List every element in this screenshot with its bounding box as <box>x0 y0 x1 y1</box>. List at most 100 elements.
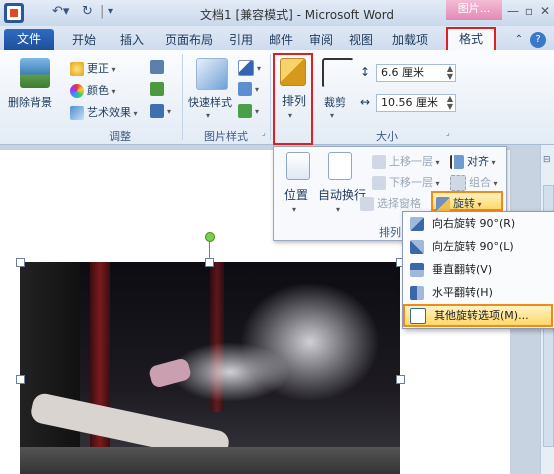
arrange-caret-icon: ▾ <box>288 111 293 120</box>
rotate-icon <box>436 197 450 211</box>
resize-handle-left[interactable] <box>16 375 25 384</box>
group-divider <box>182 54 183 140</box>
flip-horizontal-icon <box>410 286 424 300</box>
stone-floor <box>20 447 400 474</box>
height-input[interactable]: 6.6 厘米 ▲ ▼ <box>376 64 456 82</box>
tab-references[interactable]: 引用 <box>226 30 256 50</box>
maximize-icon[interactable]: ▫ <box>522 4 536 18</box>
tab-format[interactable]: 格式 <box>446 27 496 50</box>
position-caret-icon[interactable]: ▾ <box>292 202 296 215</box>
change-picture-icon[interactable] <box>150 82 167 96</box>
width-value: 10.56 厘米 <box>381 96 438 109</box>
selection-pane-button: 选择窗格 <box>360 195 421 211</box>
window-title: 文档1 [兼容模式] - Microsoft Word <box>200 8 395 22</box>
resize-handle-right[interactable] <box>396 375 405 384</box>
rotate-right-90-item[interactable]: 向右旋转 90°(R) <box>406 213 550 235</box>
tab-file[interactable]: 文件 <box>4 29 54 50</box>
flip-vertical-item[interactable]: 垂直翻转(V) <box>406 259 550 281</box>
align-label: 对齐 <box>467 155 489 168</box>
tab-page-layout[interactable]: 页面布局 <box>160 30 218 50</box>
crop-icon <box>322 58 354 88</box>
bring-forward-button: 上移一层 ▾ <box>372 153 440 169</box>
title-bar: ↶▾ ↻ | ▾ 文档1 [兼容模式] - Microsoft Word 图片.… <box>0 0 554 27</box>
send-backward-label: 下移一层 <box>389 176 433 189</box>
quick-styles-caret-icon[interactable]: ▾ <box>206 108 210 121</box>
qat-separator: | <box>100 4 105 19</box>
ruler-toggle-icon[interactable]: ⊟ <box>543 155 553 165</box>
picture-layout-button[interactable]: ▾ <box>238 104 259 118</box>
remove-background-button[interactable]: 删除背景 <box>8 94 52 110</box>
resize-handle-top[interactable] <box>205 258 214 267</box>
quick-styles-icon <box>196 58 228 90</box>
effects-icon <box>238 82 252 96</box>
color-label: 颜色 <box>87 84 109 97</box>
compress-pictures-icon[interactable] <box>150 60 167 74</box>
crop-caret-icon[interactable]: ▾ <box>330 108 334 121</box>
redo-icon[interactable]: ↻ <box>82 4 93 19</box>
height-spinner-icon[interactable]: ▲ ▼ <box>447 65 453 81</box>
arrange-button[interactable]: 排列 <box>282 92 306 109</box>
tab-mailings[interactable]: 邮件 <box>266 30 296 50</box>
flip-horizontal-item[interactable]: 水平翻转(H) <box>406 282 550 304</box>
sun-icon <box>70 62 84 76</box>
help-icon[interactable]: ? <box>530 32 546 48</box>
artistic-effects-icon <box>70 106 84 120</box>
width-icon: ↔ <box>360 95 371 109</box>
picture-border-button[interactable]: ▾ <box>238 60 261 76</box>
ribbon-tab-row: 文件 开始 插入 页面布局 引用 邮件 审阅 视图 加载项 格式 ⌃ ? <box>0 26 554 50</box>
customize-qat-icon[interactable]: ▾ <box>108 6 113 17</box>
tab-home[interactable]: 开始 <box>66 30 102 50</box>
undo-icon[interactable]: ↶▾ <box>52 4 69 19</box>
word-app-icon[interactable] <box>4 3 24 23</box>
position-icon <box>286 152 310 180</box>
color-button[interactable]: 颜色 ▾ <box>70 82 116 98</box>
send-backward-icon <box>372 176 386 190</box>
rotate-label: 旋转 <box>453 197 475 210</box>
tab-addins[interactable]: 加载项 <box>386 30 434 50</box>
align-button[interactable]: 对齐 ▾ <box>450 153 496 169</box>
wrap-text-caret-icon[interactable]: ▾ <box>336 202 340 215</box>
corrections-button[interactable]: 更正 ▾ <box>70 60 116 76</box>
size-dialog-launcher-icon[interactable]: ⌟ <box>446 128 450 137</box>
artistic-effects-button[interactable]: 艺术效果 ▾ <box>70 104 138 120</box>
tab-view[interactable]: 视图 <box>346 30 376 50</box>
picture-effects-button[interactable]: ▾ <box>238 82 259 96</box>
resize-handle-top-left[interactable] <box>16 258 25 267</box>
crop-button[interactable]: 裁剪 <box>324 94 346 110</box>
pillar-left <box>90 262 110 474</box>
position-button[interactable]: 位置 <box>284 186 308 203</box>
adjust-group-label: 调整 <box>109 130 131 143</box>
height-value: 6.6 厘米 <box>381 66 424 79</box>
corrections-label: 更正 <box>87 62 109 75</box>
width-spinner-icon[interactable]: ▲ ▼ <box>447 95 453 111</box>
width-input[interactable]: 10.56 厘米 ▲ ▼ <box>376 94 456 112</box>
tab-insert[interactable]: 插入 <box>114 30 150 50</box>
color-wheel-icon <box>70 84 84 98</box>
minimize-ribbon-icon[interactable]: ⌃ <box>512 30 526 50</box>
align-icon <box>450 155 464 169</box>
remove-background-icon <box>20 58 50 88</box>
selected-picture[interactable] <box>20 262 400 474</box>
size-group-label: 大小 <box>376 130 398 143</box>
rotate-left-90-item[interactable]: 向左旋转 90°(L) <box>406 236 550 258</box>
rotate-left-label: 向左旋转 90°(L) <box>432 240 514 253</box>
close-icon[interactable]: ✕ <box>538 4 552 18</box>
bring-forward-icon <box>372 155 386 169</box>
group-icon <box>450 175 466 191</box>
more-rotation-options-item[interactable]: 其他旋转选项(M)... <box>406 305 550 327</box>
group-divider <box>270 54 271 140</box>
wrap-text-button[interactable]: 自动换行 <box>318 186 366 203</box>
tab-review[interactable]: 审阅 <box>306 30 336 50</box>
reset-picture-icon[interactable]: ▾ <box>150 104 171 118</box>
group-label: 组合 <box>469 176 491 189</box>
dark-doorway <box>20 262 80 474</box>
rotation-handle[interactable] <box>205 232 215 242</box>
arrange-icon <box>280 58 306 86</box>
rotate-button[interactable]: 旋转 ▾ <box>436 195 482 211</box>
send-backward-button: 下移一层 ▾ <box>372 174 440 190</box>
artistic-effects-label: 艺术效果 <box>87 106 131 119</box>
layout-icon <box>238 104 252 118</box>
minimize-icon[interactable]: — <box>506 4 520 18</box>
dialog-launcher-icon[interactable]: ⌟ <box>262 128 266 137</box>
picture-tools-context-label: 图片... <box>446 0 502 20</box>
